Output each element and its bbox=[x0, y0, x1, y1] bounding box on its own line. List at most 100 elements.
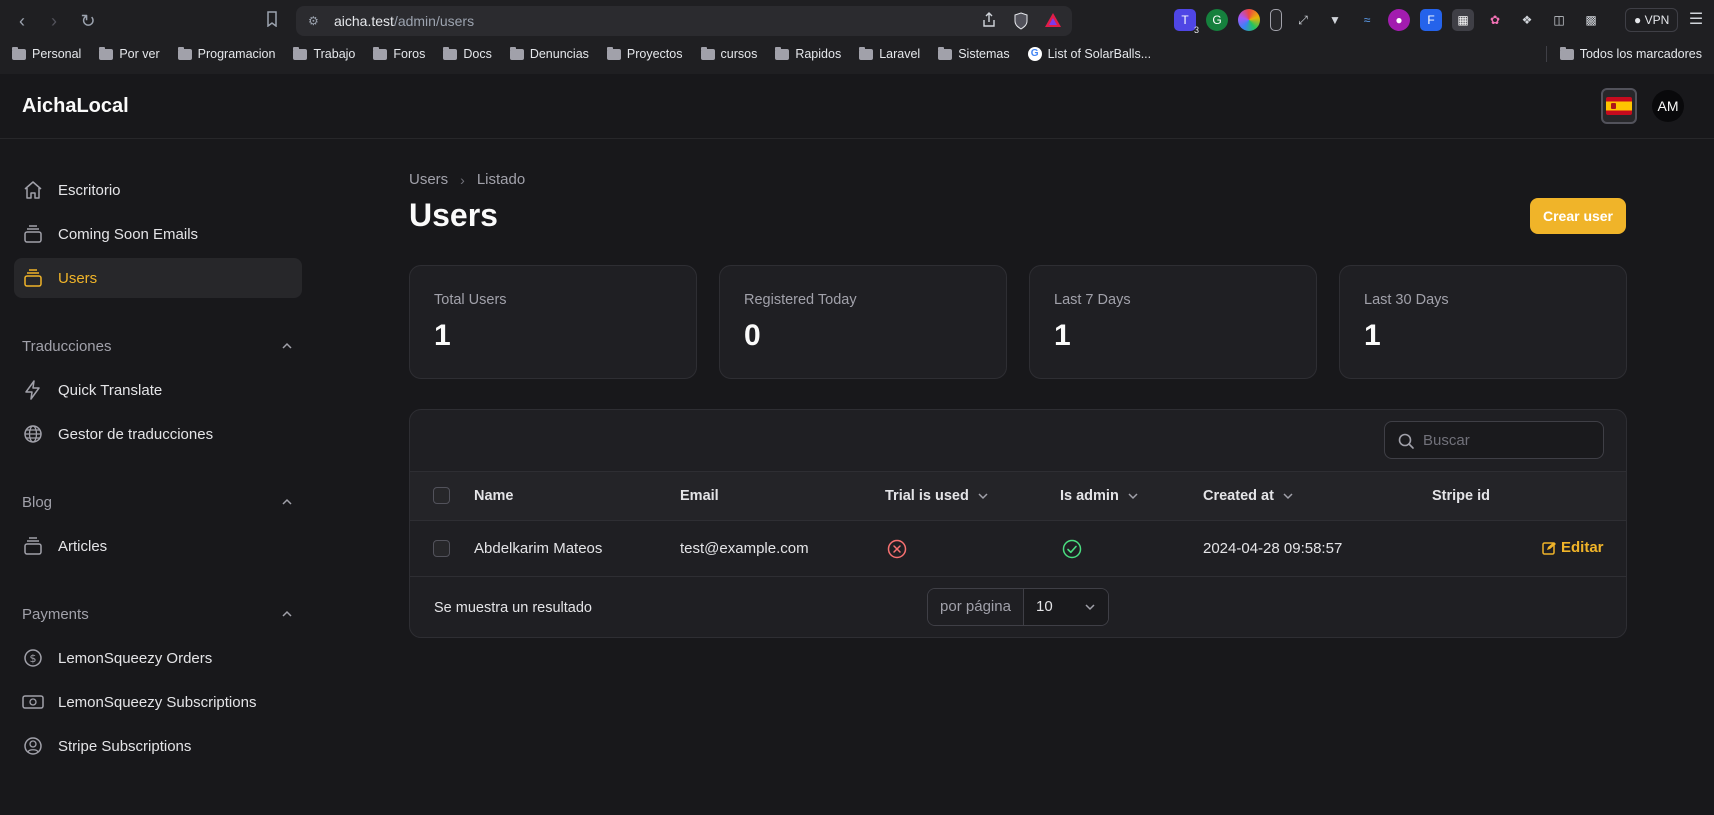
sidebar-group-blog[interactable]: Blog bbox=[22, 490, 294, 514]
extension-1-icon[interactable]: T3 bbox=[1174, 9, 1199, 35]
vue-devtools-icon[interactable]: ▼ bbox=[1324, 9, 1346, 31]
bookmarks-bar: Personal Por ver Programacion Trabajo Foros D… bbox=[0, 42, 1714, 66]
chevron-up-icon[interactable] bbox=[280, 495, 294, 509]
bookmark-folder-label: Rapidos bbox=[795, 47, 842, 61]
brave-shield-icon[interactable] bbox=[1012, 12, 1030, 30]
bookmark-folder[interactable]: Proyectos bbox=[606, 46, 683, 61]
bookmark-folder[interactable]: Sistemas bbox=[938, 46, 1010, 61]
sidebar-item-stripe-subscriptions[interactable]: Stripe Subscriptions bbox=[14, 726, 302, 766]
folder-icon bbox=[1559, 46, 1574, 60]
address-bar[interactable]: ⚙ aicha.test/admin/users bbox=[296, 6, 1072, 36]
stat-value: 1 bbox=[1364, 319, 1381, 352]
bookmark-folder[interactable]: Denuncias bbox=[509, 46, 589, 61]
row-checkbox[interactable] bbox=[433, 540, 450, 557]
brave-rewards-icon[interactable] bbox=[1044, 12, 1062, 30]
chevron-up-icon[interactable] bbox=[280, 607, 294, 621]
sidebar-group-title: Payments bbox=[22, 605, 89, 623]
breadcrumb: Users › Listado bbox=[409, 171, 525, 188]
google-icon: G bbox=[1027, 47, 1042, 61]
resize-icon[interactable]: ⤢ bbox=[1292, 9, 1314, 31]
sidebar-item-coming-soon-emails[interactable]: Coming Soon Emails bbox=[14, 214, 302, 254]
back-icon[interactable]: ‹ bbox=[10, 9, 34, 33]
column-is-admin[interactable]: Is admin bbox=[1060, 488, 1139, 504]
column-label: Email bbox=[680, 488, 719, 504]
bookmark-link[interactable]: G List of SolarBalls... bbox=[1027, 47, 1151, 61]
bookmark-folder[interactable]: Foros bbox=[373, 46, 425, 61]
breadcrumb-users[interactable]: Users bbox=[409, 171, 448, 188]
table-row[interactable]: Abdelkarim Mateos test@example.com 2024-… bbox=[410, 521, 1626, 577]
chevron-down-icon[interactable] bbox=[1127, 490, 1139, 502]
sidebar-item-quick-translate[interactable]: Quick Translate bbox=[14, 370, 302, 410]
bookmark-folder[interactable]: Por ver bbox=[99, 46, 160, 61]
column-trial-is-used[interactable]: Trial is used bbox=[885, 488, 989, 504]
sidebar-item-label: Escritorio bbox=[58, 181, 121, 199]
all-bookmarks[interactable]: Todos los marcadores bbox=[1559, 42, 1702, 66]
sidebar-toggle-icon[interactable]: ◫ bbox=[1548, 9, 1570, 31]
select-all-checkbox[interactable] bbox=[433, 487, 450, 504]
edit-button[interactable]: Editar bbox=[1542, 539, 1604, 556]
tailwind-icon[interactable]: ≈ bbox=[1356, 9, 1378, 31]
bookmarks-divider bbox=[1546, 46, 1547, 62]
search-input[interactable] bbox=[1423, 422, 1598, 458]
bookmark-folder[interactable]: Laravel bbox=[859, 46, 920, 61]
bookmark-folder[interactable]: Personal bbox=[12, 46, 81, 61]
pencil-square-icon bbox=[1542, 541, 1556, 555]
stat-label: Total Users bbox=[434, 292, 507, 308]
phone-icon[interactable] bbox=[1270, 9, 1282, 31]
extension-octopus-icon[interactable]: ✿ bbox=[1484, 9, 1506, 31]
column-name: Name bbox=[474, 488, 514, 504]
forward-icon[interactable]: › bbox=[42, 9, 66, 33]
stat-label: Registered Today bbox=[744, 292, 857, 308]
per-page-label: por página bbox=[928, 589, 1024, 625]
site-settings-icon[interactable]: ⚙ bbox=[308, 14, 322, 28]
color-picker-icon[interactable] bbox=[1238, 9, 1260, 31]
wallet-icon[interactable]: ▩ bbox=[1580, 9, 1602, 31]
share-icon[interactable] bbox=[980, 12, 998, 30]
per-page-select[interactable]: 10 bbox=[1024, 589, 1108, 625]
user-circle-icon bbox=[22, 735, 44, 757]
vpn-button[interactable]: ● VPN bbox=[1625, 8, 1679, 32]
url-path: /admin/users bbox=[393, 13, 475, 29]
column-created-at[interactable]: Created at bbox=[1203, 488, 1294, 504]
bookmark-folder[interactable]: Rapidos bbox=[775, 46, 842, 61]
all-bookmarks-label: Todos los marcadores bbox=[1579, 47, 1702, 61]
column-label: Created at bbox=[1203, 488, 1274, 504]
bookmark-folder[interactable]: Programacion bbox=[177, 46, 275, 61]
bookmark-folder[interactable]: Trabajo bbox=[293, 46, 355, 61]
bookmark-folder[interactable]: cursos bbox=[700, 46, 757, 61]
fonts-ninja-icon[interactable]: F bbox=[1420, 9, 1442, 31]
chevron-down-icon[interactable] bbox=[1282, 490, 1294, 502]
url-text[interactable]: aicha.test/admin/users bbox=[334, 13, 474, 29]
stat-value: 1 bbox=[1054, 319, 1071, 352]
chevron-down-icon[interactable] bbox=[977, 490, 989, 502]
bookmark-folder[interactable]: Docs bbox=[443, 46, 492, 61]
chevron-up-icon[interactable] bbox=[280, 339, 294, 353]
sidebar-item-gestor-de-traducciones[interactable]: Gestor de traducciones bbox=[14, 414, 302, 454]
language-switcher[interactable] bbox=[1601, 88, 1637, 124]
browser-menu-icon[interactable]: ☰ bbox=[1686, 9, 1706, 31]
sidebar-group-payments[interactable]: Payments bbox=[22, 602, 294, 626]
column-email: Email bbox=[680, 488, 719, 504]
sidebar-item-lemonsqueezy-orders[interactable]: $ LemonSqueezy Orders bbox=[14, 638, 302, 678]
extension-badge: 3 bbox=[1193, 25, 1199, 35]
sidebar-item-lemonsqueezy-subscriptions[interactable]: LemonSqueezy Subscriptions bbox=[14, 682, 302, 722]
sidebar-group-traducciones[interactable]: Traducciones bbox=[22, 334, 294, 358]
extensions-puzzle-icon[interactable]: ❖ bbox=[1516, 9, 1538, 31]
create-user-button[interactable]: Crear user bbox=[1530, 198, 1626, 234]
stat-label: Last 30 Days bbox=[1364, 292, 1449, 308]
grammarly-icon[interactable]: G bbox=[1206, 9, 1228, 31]
sidebar-item-articles[interactable]: Articles bbox=[14, 526, 302, 566]
extension-circle-icon[interactable]: ● bbox=[1388, 9, 1410, 31]
brand-logo[interactable]: AichaLocal bbox=[22, 95, 129, 118]
folder-icon bbox=[859, 46, 874, 60]
stat-card-registered-today: Registered Today 0 bbox=[719, 265, 1007, 379]
folder-icon bbox=[700, 46, 715, 60]
user-avatar[interactable]: AM bbox=[1652, 90, 1684, 122]
reload-icon[interactable]: ↻ bbox=[76, 9, 100, 33]
search-field[interactable] bbox=[1384, 421, 1604, 459]
extension-grid-icon[interactable]: ▦ bbox=[1452, 9, 1474, 31]
sidebar-item-users[interactable]: Users bbox=[14, 258, 302, 298]
bookmark-icon[interactable] bbox=[260, 9, 284, 33]
sidebar-item-escritorio[interactable]: Escritorio bbox=[14, 170, 302, 210]
folder-icon bbox=[775, 46, 790, 60]
